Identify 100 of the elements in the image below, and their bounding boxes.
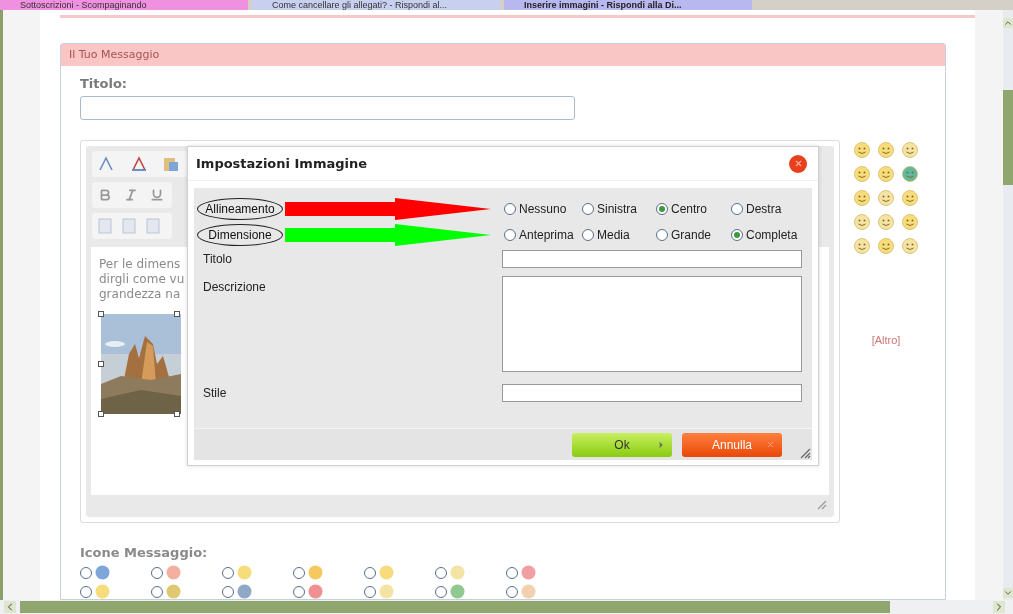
browser-tab[interactable]: Come cancellare gli allegati? - Rispondi al... — [252, 0, 500, 10]
message-icon — [166, 565, 181, 580]
smiley-icon[interactable] — [854, 238, 870, 254]
radio-button[interactable] — [151, 585, 163, 598]
radio-label: Nessuno — [519, 201, 567, 218]
editor-text-line: Per le dimens — [99, 257, 181, 272]
radio-button[interactable] — [656, 203, 668, 215]
smiley-icon[interactable] — [854, 142, 870, 158]
radio-button[interactable] — [151, 566, 163, 579]
message-icon — [450, 565, 465, 580]
smiley-icon[interactable] — [878, 142, 894, 158]
description-field[interactable] — [502, 276, 802, 372]
message-icon — [521, 584, 536, 599]
message-icon — [237, 584, 252, 599]
message-icon — [308, 584, 323, 599]
radio-button[interactable] — [222, 585, 234, 598]
smiley-icon[interactable] — [854, 166, 870, 182]
smiley-icon[interactable] — [902, 166, 918, 182]
radio-button[interactable] — [582, 229, 594, 241]
resize-handle[interactable] — [98, 311, 104, 317]
field-label: Stile — [203, 385, 228, 402]
paste-icon[interactable] — [162, 156, 180, 172]
radio-button[interactable] — [504, 229, 516, 241]
message-icon — [379, 584, 394, 599]
radio-button[interactable] — [731, 229, 743, 241]
smiley-icon[interactable] — [902, 214, 918, 230]
radio-label: Grande — [671, 227, 712, 244]
radio-button[interactable] — [504, 203, 516, 215]
close-icon — [766, 440, 775, 449]
message-icon — [379, 565, 394, 580]
radio-button[interactable] — [222, 566, 234, 579]
bold-icon[interactable] — [98, 188, 112, 202]
radio-label: Centro — [671, 201, 708, 218]
radio-button[interactable] — [731, 203, 743, 215]
italic-icon[interactable] — [124, 188, 138, 202]
message-icon — [95, 565, 110, 580]
scroll-left-icon[interactable] — [4, 601, 16, 613]
close-button[interactable] — [789, 154, 807, 173]
radio-label: Media — [597, 227, 630, 244]
editor-text-line: grandezza na — [99, 287, 181, 302]
radio-button[interactable] — [582, 203, 594, 215]
radio-button[interactable] — [364, 566, 376, 579]
close-icon — [793, 159, 803, 168]
editor-text-line: dirgli come vu — [99, 272, 185, 287]
smiley-icon[interactable] — [878, 190, 894, 206]
smiley-icon[interactable] — [854, 190, 870, 206]
ok-button[interactable]: Ok — [572, 432, 672, 457]
vertical-scrollbar[interactable] — [1003, 10, 1013, 600]
smiley-icon[interactable] — [878, 214, 894, 230]
radio-button[interactable] — [80, 585, 92, 598]
title-field[interactable] — [80, 96, 575, 120]
panel-title: Il Tuo Messaggio — [69, 46, 160, 63]
radio-button[interactable] — [293, 566, 305, 579]
radio-button[interactable] — [656, 229, 668, 241]
scrollbar-thumb[interactable] — [20, 601, 890, 613]
radio-label: Completa — [746, 227, 798, 244]
browser-tab[interactable]: Inserire immagini - Rispondi alla Di... — [504, 0, 752, 10]
radio-button[interactable] — [435, 585, 447, 598]
radio-label: Anteprima — [519, 227, 574, 244]
radio-button[interactable] — [506, 566, 518, 579]
smiley-icon[interactable] — [902, 190, 918, 206]
text-field[interactable] — [502, 384, 802, 402]
resize-handle[interactable] — [98, 361, 104, 367]
smiley-icon[interactable] — [902, 238, 918, 254]
message-icon — [308, 565, 323, 580]
resize-grip-icon[interactable] — [815, 498, 827, 510]
smiley-icon[interactable] — [854, 214, 870, 230]
smiley-icon[interactable] — [902, 142, 918, 158]
smiley-icon[interactable] — [878, 238, 894, 254]
radio-button[interactable] — [435, 566, 447, 579]
resize-handle[interactable] — [174, 411, 180, 417]
smiley-icon[interactable] — [878, 166, 894, 182]
field-label: Titolo — [203, 251, 233, 268]
radio-button[interactable] — [506, 585, 518, 598]
font-size-icon[interactable] — [98, 156, 116, 172]
scroll-right-icon[interactable] — [993, 601, 1005, 613]
horizontal-scrollbar[interactable] — [0, 600, 1013, 614]
scroll-down-icon[interactable] — [1003, 588, 1013, 598]
message-icon — [450, 584, 465, 599]
radio-button[interactable] — [293, 585, 305, 598]
radio-button[interactable] — [364, 585, 376, 598]
underline-icon[interactable] — [150, 188, 164, 202]
arrow-right-icon — [656, 439, 666, 450]
browser-tab[interactable]: Sottoscrizioni - Scompaginando — [0, 0, 248, 10]
message-icon — [166, 584, 181, 599]
radio-label: Sinistra — [597, 201, 637, 218]
radio-label: Destra — [746, 201, 782, 218]
text-field[interactable] — [502, 250, 802, 268]
resize-grip-icon[interactable] — [799, 447, 811, 459]
resize-handle[interactable] — [174, 311, 180, 317]
message-icon — [237, 565, 252, 580]
message-icon — [521, 565, 536, 580]
message-icon — [95, 584, 110, 599]
scrollbar-thumb[interactable] — [1003, 90, 1013, 185]
resize-handle[interactable] — [98, 411, 104, 417]
radio-button[interactable] — [80, 566, 92, 579]
section-label: Icone Messaggio: — [80, 545, 208, 561]
font-color-icon[interactable] — [130, 156, 148, 172]
dialog-title: Impostazioni Immagine — [196, 154, 368, 173]
scroll-up-icon[interactable] — [1003, 18, 1013, 28]
